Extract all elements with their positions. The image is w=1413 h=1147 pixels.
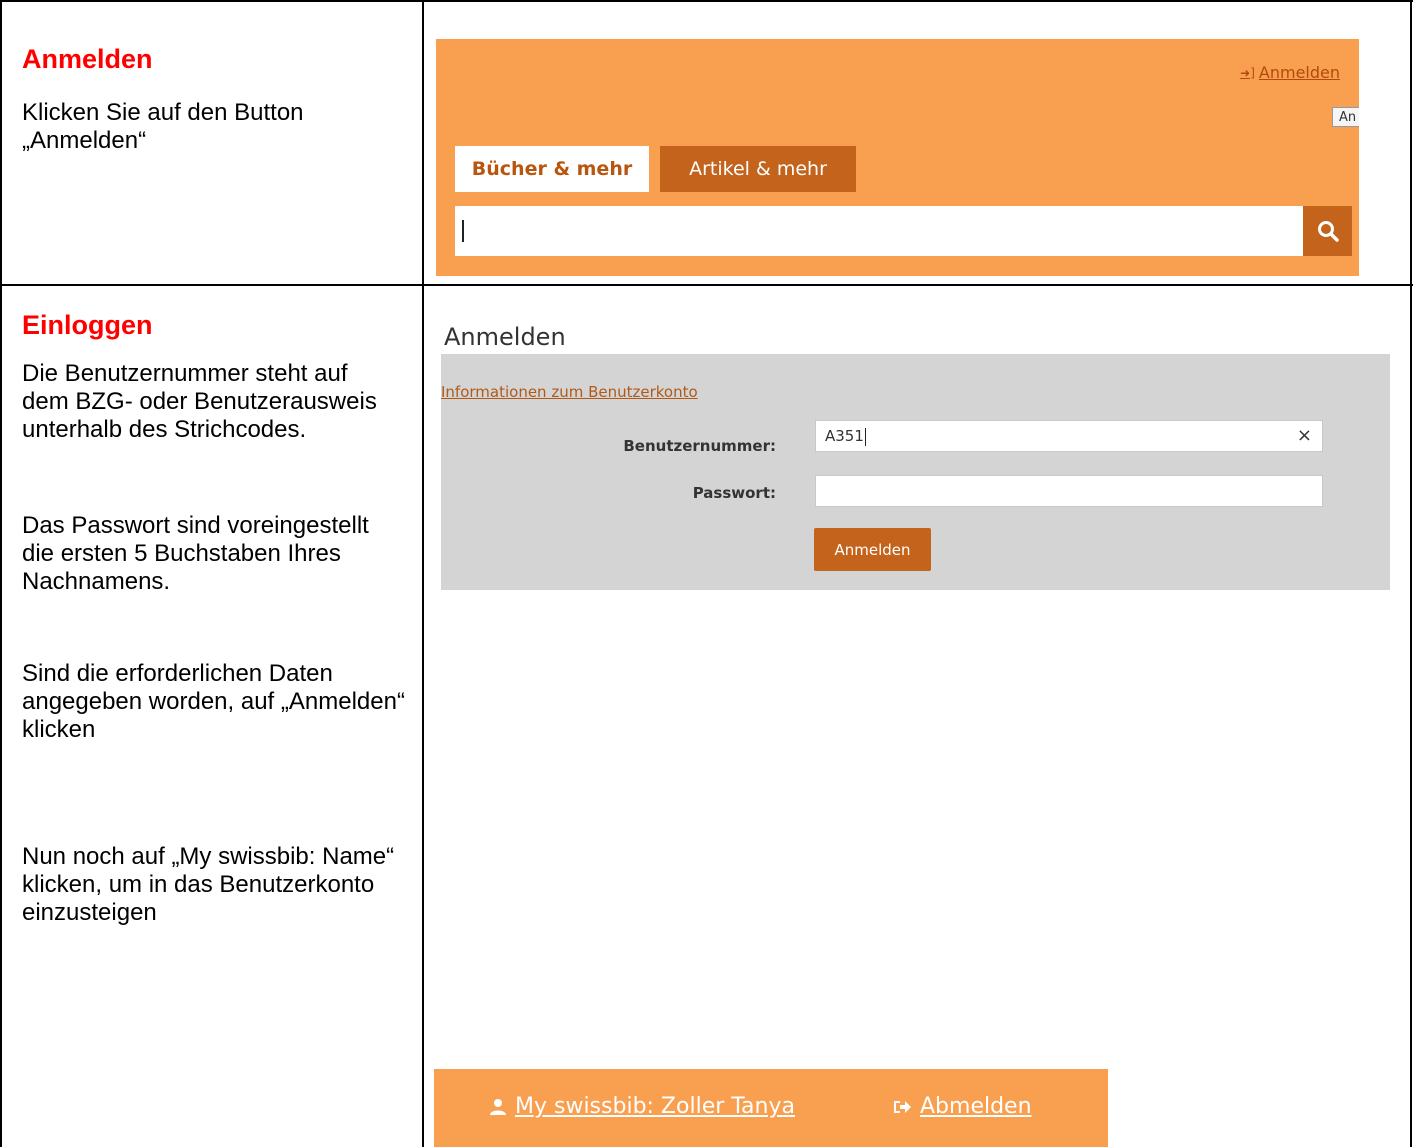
header-screenshot: ➜] Anmelden An Bücher & mehr Artikel & m… [436, 39, 1359, 276]
table-border-left [0, 0, 2, 1147]
close-icon[interactable]: × [1297, 421, 1312, 451]
step-heading-anmelden: Anmelden [22, 44, 153, 74]
sign-in-icon: ➜] [1240, 65, 1255, 80]
login-link[interactable]: ➜] Anmelden [1240, 63, 1340, 82]
table-border-top [0, 0, 1413, 2]
step-instruction: Klicken Sie auf den Button „Anmelden“ [22, 99, 304, 154]
user-icon [490, 1098, 506, 1115]
login-link-label: Anmelden [1258, 63, 1340, 82]
search-input[interactable] [455, 206, 1303, 256]
search-icon [1317, 221, 1339, 242]
username-label: Benutzernummer: [623, 437, 776, 455]
login-form-panel: Informationen zum Benutzerkonto Benutzer… [441, 354, 1390, 590]
password-field[interactable] [815, 475, 1323, 507]
logout-label: Abmelden [920, 1094, 1032, 1119]
password-label: Passwort: [692, 484, 776, 502]
search-button[interactable] [1303, 206, 1352, 256]
partial-login-button[interactable]: An [1332, 107, 1359, 127]
step-instruction-account: Nun noch auf „My swissbib: Name“ klicken… [22, 843, 395, 926]
login-form-title: Anmelden [444, 323, 566, 351]
my-account-label: My swissbib: Zoller Tanya [515, 1094, 795, 1119]
table-border-right [1410, 0, 1412, 1147]
account-bar-screenshot: My swissbib: Zoller Tanya Abmelden [434, 1069, 1108, 1147]
step-heading-einloggen: Einloggen [22, 310, 153, 340]
logout-link[interactable]: Abmelden [892, 1094, 1032, 1119]
login-submit-button[interactable]: Anmelden [814, 528, 931, 571]
tab-books[interactable]: Bücher & mehr [455, 146, 649, 192]
table-column-divider [422, 0, 424, 1147]
text-cursor [462, 220, 464, 242]
step-instruction-submit: Sind die erforderlichen Daten angegeben … [22, 660, 405, 743]
username-field[interactable]: A351 × [815, 420, 1323, 452]
text-cursor [864, 427, 866, 446]
my-account-link[interactable]: My swissbib: Zoller Tanya [489, 1094, 795, 1119]
sign-out-icon [894, 1100, 911, 1113]
username-value: A351 [825, 427, 864, 445]
step-instruction-password: Das Passwort sind voreingestellt die ers… [22, 512, 369, 595]
step-instruction-username: Die Benutzernummer steht auf dem BZG- od… [22, 360, 377, 443]
tab-articles[interactable]: Artikel & mehr [660, 146, 856, 192]
account-info-link[interactable]: Informationen zum Benutzerkonto [441, 383, 698, 401]
table-row-divider [0, 284, 1413, 286]
